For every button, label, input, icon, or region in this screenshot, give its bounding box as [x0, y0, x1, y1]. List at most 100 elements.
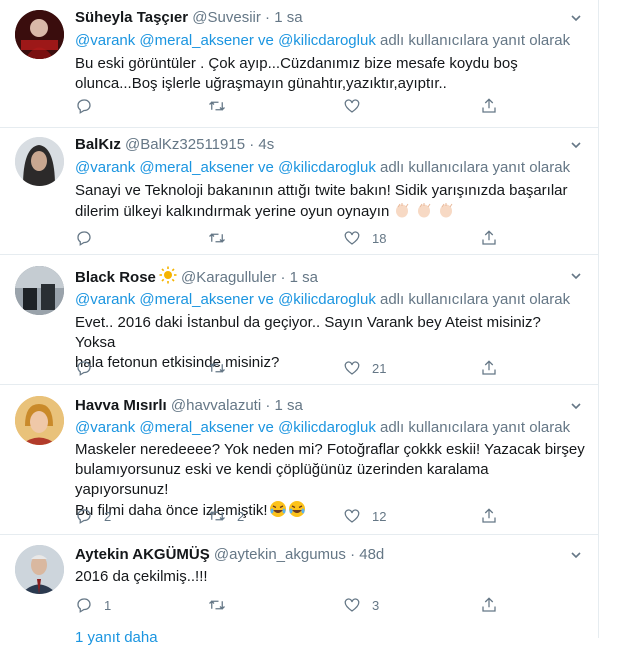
display-name[interactable]: Havva Mısırlı	[75, 397, 167, 414]
chevron-down-icon[interactable]	[570, 270, 582, 282]
reply-button[interactable]: 2	[75, 506, 111, 526]
like-count: 21	[372, 360, 387, 376]
tweet[interactable]: Havva Mısırlı @havvalazuti · 1 sa @varan…	[0, 384, 598, 535]
heart-icon	[344, 598, 360, 612]
reply-prefix: adlı kullanıcılara yanıt olarak	[380, 291, 571, 308]
reply-context: @varank @meral_aksener ve @kilicdarogluk…	[75, 31, 570, 51]
user-handle[interactable]: @Karagulluler	[181, 269, 276, 286]
mention-link[interactable]: @varank	[75, 291, 135, 308]
tweet-text-line: Sanayi ve Teknoloji bakanının attığı twi…	[75, 182, 568, 199]
like-button[interactable]: 12	[343, 506, 386, 526]
avatar[interactable]	[15, 10, 64, 59]
reply-button[interactable]	[75, 358, 104, 378]
mention-link[interactable]: @varank	[75, 419, 135, 436]
mention-link[interactable]: @varank	[75, 32, 135, 49]
mention-link[interactable]: @varank	[75, 159, 135, 176]
retweet-icon	[209, 511, 225, 521]
like-button[interactable]: 21	[343, 358, 386, 378]
avatar[interactable]	[15, 396, 64, 445]
timestamp[interactable]: 1 sa	[275, 397, 303, 414]
share-button[interactable]	[480, 358, 498, 378]
reply-button[interactable]	[75, 228, 104, 248]
avatar[interactable]	[15, 545, 64, 594]
display-name[interactable]: BalKız	[75, 136, 121, 153]
timestamp[interactable]: 48d	[359, 546, 384, 563]
separator-dot: ·	[249, 136, 255, 153]
tweet-text: Bu eski görüntüler . Çok ayıp...Cüzdanım…	[75, 54, 585, 94]
chevron-down-icon[interactable]	[570, 12, 582, 24]
user-handle[interactable]: @aytekin_akgumus	[214, 546, 346, 563]
share-button[interactable]	[480, 228, 498, 248]
share-icon	[482, 98, 496, 113]
tweet-text-line: Maskeler neredeeee? Yok neden mi? Fotoğr…	[75, 441, 585, 458]
mention-link[interactable]: @meral_aksener	[139, 419, 253, 436]
clap-emoji-icon	[396, 203, 409, 218]
separator-dot: ·	[265, 9, 271, 26]
retweet-button[interactable]	[208, 96, 237, 116]
reply-icon	[77, 509, 91, 524]
mention-link[interactable]: @kilicdarogluk	[278, 32, 376, 49]
tweet-text-line: Evet.. 2016 daki İstanbul da geçiyor.. S…	[75, 314, 541, 351]
sun-emoji-icon	[159, 266, 177, 284]
share-button[interactable]	[480, 96, 498, 116]
retweet-button[interactable]	[208, 228, 237, 248]
mention-link[interactable]: @meral_aksener	[139, 159, 253, 176]
tweet-actions: 2 2 12	[75, 506, 515, 526]
heart-icon	[344, 99, 360, 113]
timestamp[interactable]: 1 sa	[274, 9, 302, 26]
display-name[interactable]: Süheyla Taşçıer	[75, 9, 188, 26]
share-icon	[482, 360, 496, 375]
retweet-icon	[209, 101, 225, 111]
tweet-text-line: olunca...Boş işlerle uğraşmayın günahtır…	[75, 75, 447, 92]
mention-link[interactable]: @kilicdarogluk	[278, 291, 376, 308]
tweet[interactable]: BalKız @BalKz32511915 · 4s @varank @mera…	[0, 127, 598, 255]
tweet-header: BalKız @BalKz32511915 · 4s	[75, 135, 274, 155]
reply-button[interactable]: 1	[75, 595, 111, 615]
separator-dot: ·	[280, 269, 286, 286]
timestamp[interactable]: 1 sa	[290, 269, 318, 286]
tweet-text-line: bulamıyorsunuz eski ve kendi çöplüğünüz …	[75, 461, 489, 498]
tweet[interactable]: Aytekin AKGÜMÜŞ @aytekin_akgumus · 48d 2…	[0, 534, 598, 646]
mention-link[interactable]: @meral_aksener	[139, 32, 253, 49]
share-button[interactable]	[480, 595, 498, 615]
retweet-count: 2	[237, 508, 245, 524]
avatar[interactable]	[15, 266, 64, 315]
chevron-down-icon[interactable]	[570, 400, 582, 412]
show-more-replies-link[interactable]: 1 yanıt daha	[75, 628, 158, 648]
mention-link[interactable]: @kilicdarogluk	[278, 419, 376, 436]
mention-link[interactable]: @kilicdarogluk	[278, 159, 376, 176]
retweet-button[interactable]	[208, 595, 237, 615]
retweet-icon	[209, 233, 225, 243]
mention-joiner: ve	[258, 419, 274, 436]
display-name[interactable]: Black Rose	[75, 269, 156, 286]
chevron-down-icon[interactable]	[570, 549, 582, 561]
tweet[interactable]: Süheyla Taşçıer @Suvesiir · 1 sa @varank…	[0, 0, 598, 128]
user-handle[interactable]: @havvalazuti	[171, 397, 261, 414]
timestamp[interactable]: 4s	[258, 136, 274, 153]
reply-context: @varank @meral_aksener ve @kilicdarogluk…	[75, 290, 570, 310]
retweet-button[interactable]	[208, 358, 237, 378]
tweet-text-line: dilerim ülkeyi kalkındırmak yerine oyun …	[75, 203, 390, 220]
like-button[interactable]: 18	[343, 228, 386, 248]
reply-button[interactable]	[75, 96, 104, 116]
retweet-button[interactable]: 2	[208, 506, 244, 526]
like-button[interactable]: 3	[343, 595, 379, 615]
share-icon	[482, 230, 496, 245]
like-count: 12	[372, 508, 387, 524]
like-button[interactable]	[343, 96, 372, 116]
heart-icon	[344, 361, 360, 375]
reply-count: 2	[104, 508, 112, 524]
tweet-header: Black Rose @Karagulluler · 1 sa	[75, 266, 318, 288]
mention-link[interactable]: @meral_aksener	[139, 291, 253, 308]
like-count: 18	[372, 230, 387, 246]
tweet-actions: 21	[75, 358, 515, 378]
tweet[interactable]: Black Rose @Karagulluler · 1 sa @varank …	[0, 254, 598, 385]
reply-count: 1	[104, 597, 112, 613]
user-handle[interactable]: @BalKz32511915	[125, 136, 245, 153]
reply-context: @varank @meral_aksener ve @kilicdarogluk…	[75, 158, 570, 178]
avatar[interactable]	[15, 137, 64, 186]
share-button[interactable]	[480, 506, 498, 526]
user-handle[interactable]: @Suvesiir	[192, 9, 261, 26]
display-name[interactable]: Aytekin AKGÜMÜŞ	[75, 546, 210, 563]
chevron-down-icon[interactable]	[570, 139, 582, 151]
